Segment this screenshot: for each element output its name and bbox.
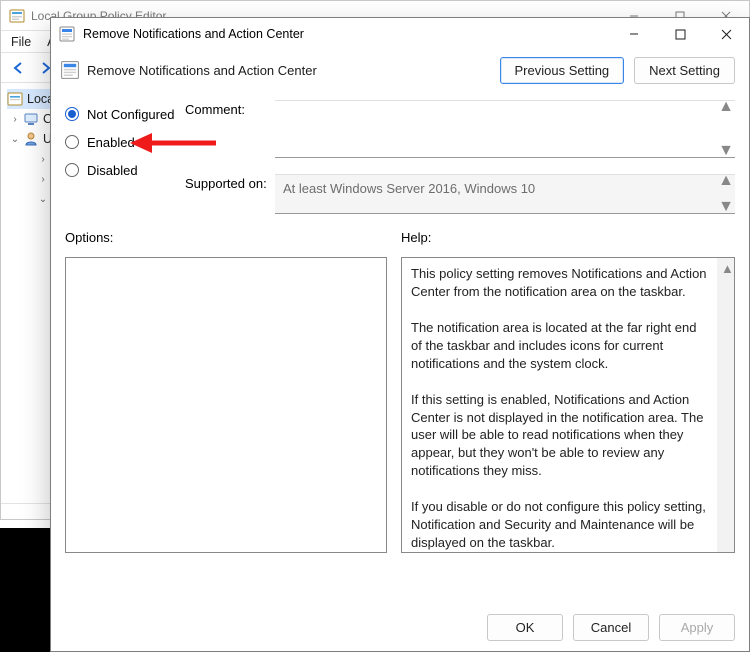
dialog-heading: Remove Notifications and Action Center bbox=[87, 63, 500, 78]
supported-label: Supported on: bbox=[185, 174, 275, 191]
help-label: Help: bbox=[401, 230, 431, 245]
policy-item-icon bbox=[61, 61, 79, 79]
dialog-maximize-button[interactable] bbox=[657, 18, 703, 50]
menu-file[interactable]: File bbox=[11, 35, 31, 49]
radio-disabled[interactable]: Disabled bbox=[65, 156, 185, 184]
radio-icon bbox=[65, 135, 79, 149]
dialog-footer: OK Cancel Apply bbox=[51, 603, 749, 651]
state-radio-group: Not Configured Enabled Disabled bbox=[65, 90, 185, 214]
dialog-minimize-button[interactable] bbox=[611, 18, 657, 50]
radio-icon bbox=[65, 107, 79, 121]
dialog-titlebar[interactable]: Remove Notifications and Action Center bbox=[51, 18, 749, 50]
radio-enabled[interactable]: Enabled bbox=[65, 128, 185, 156]
user-icon bbox=[23, 131, 39, 147]
scroll-down-icon[interactable]: ▼ bbox=[721, 146, 731, 156]
collapse-icon[interactable]: ⌄ bbox=[7, 134, 23, 145]
apply-button[interactable]: Apply bbox=[659, 614, 735, 641]
scroll-up-icon[interactable]: ▲ bbox=[721, 102, 731, 112]
comment-label: Comment: bbox=[185, 100, 275, 117]
gpedit-icon bbox=[9, 8, 25, 24]
scroll-up-icon[interactable]: ▲ bbox=[721, 176, 731, 186]
dialog-close-button[interactable] bbox=[703, 18, 749, 50]
supported-on-box: At least Windows Server 2016, Windows 10 bbox=[275, 174, 735, 214]
help-pane: This policy setting removes Notification… bbox=[401, 257, 735, 553]
comment-textarea[interactable] bbox=[275, 100, 735, 158]
expand-icon[interactable]: › bbox=[7, 114, 23, 125]
help-scrollbar[interactable]: ▲ bbox=[717, 258, 734, 552]
back-icon[interactable] bbox=[9, 58, 29, 78]
policy-icon bbox=[7, 91, 23, 107]
computer-icon bbox=[23, 111, 39, 127]
cancel-button[interactable]: Cancel bbox=[573, 614, 649, 641]
dialog-title-text: Remove Notifications and Action Center bbox=[83, 27, 611, 41]
radio-not-configured[interactable]: Not Configured bbox=[65, 100, 185, 128]
policy-dialog: Remove Notifications and Action Center R… bbox=[50, 17, 750, 652]
ok-button[interactable]: OK bbox=[487, 614, 563, 641]
next-setting-button[interactable]: Next Setting bbox=[634, 57, 735, 84]
options-pane bbox=[65, 257, 387, 553]
dialog-header: Remove Notifications and Action Center P… bbox=[51, 50, 749, 90]
policy-item-icon bbox=[59, 26, 75, 42]
previous-setting-button[interactable]: Previous Setting bbox=[500, 57, 625, 84]
scroll-down-icon[interactable]: ▼ bbox=[721, 202, 731, 212]
radio-icon bbox=[65, 163, 79, 177]
options-label: Options: bbox=[65, 230, 401, 245]
